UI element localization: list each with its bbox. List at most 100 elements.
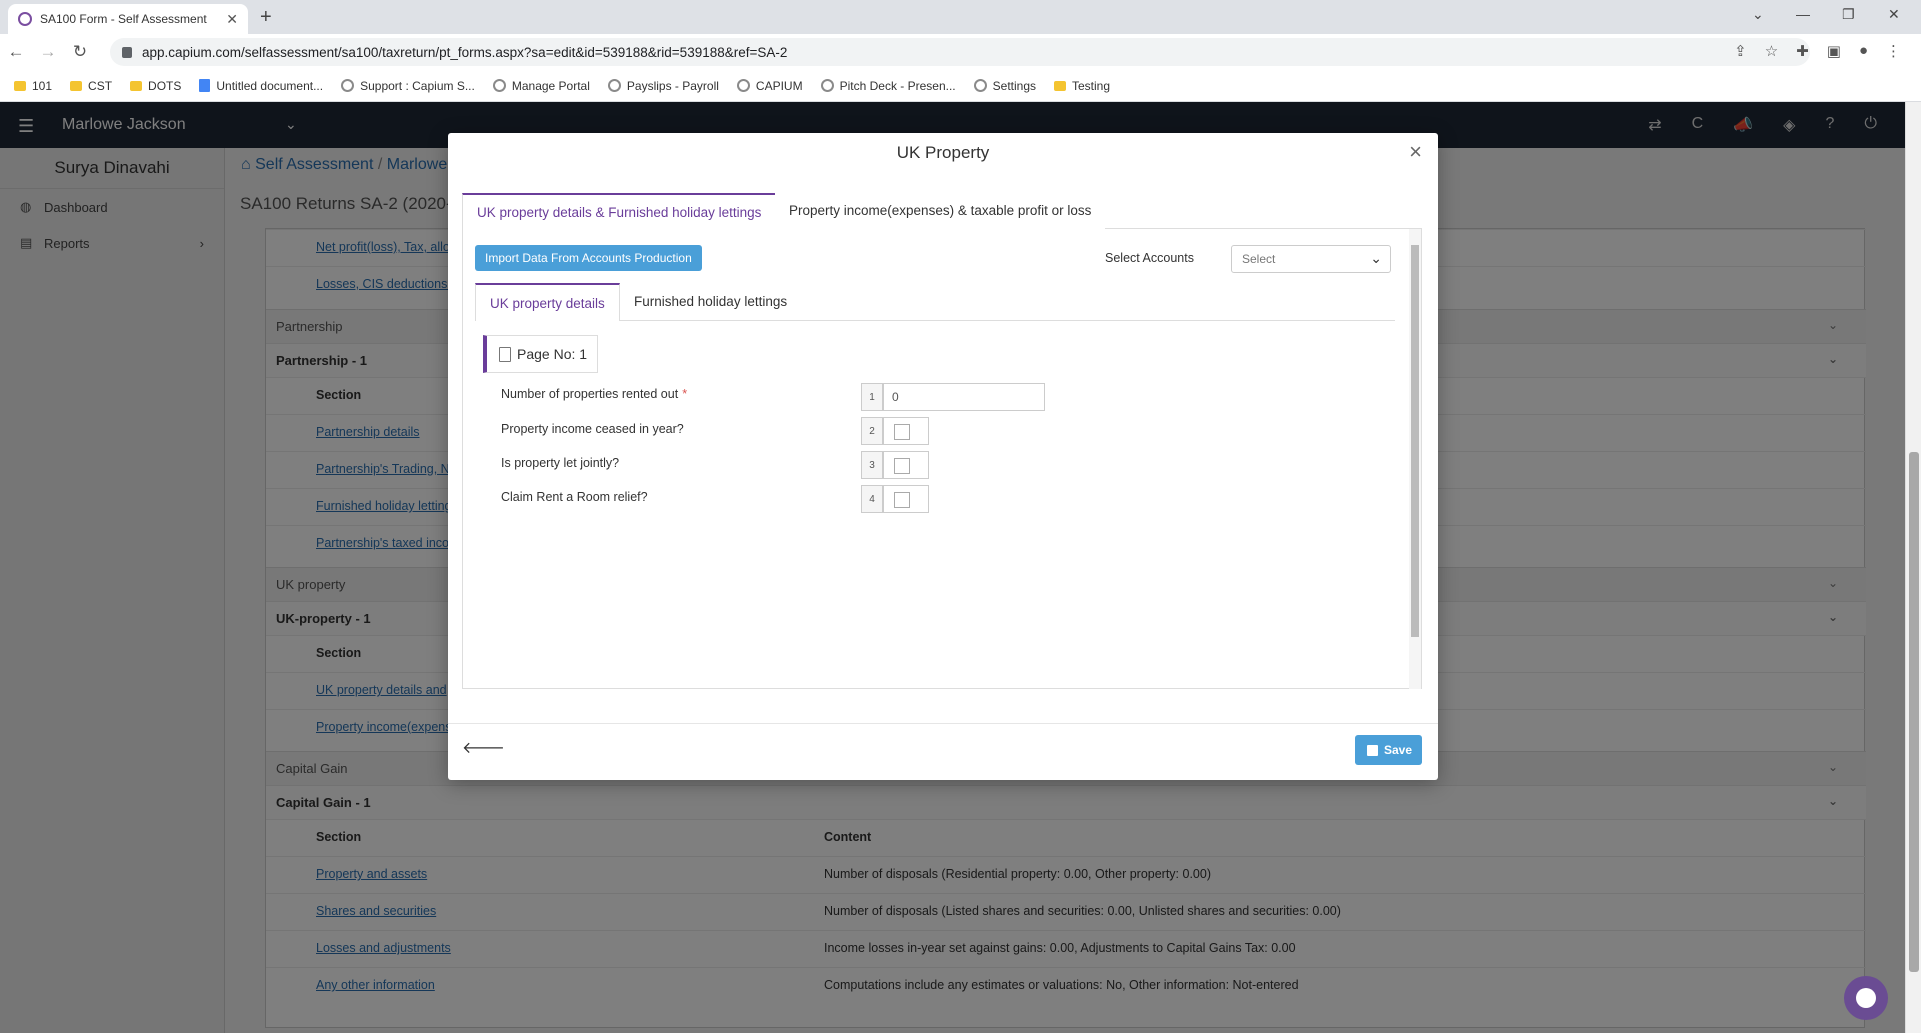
bookmarks-bar: 101 CST DOTS Untitled document... Suppor…: [0, 70, 1921, 102]
bookmark-label: CAPIUM: [755, 78, 803, 93]
bookmark-item[interactable]: CST: [70, 79, 112, 93]
minimize-icon[interactable]: —: [1796, 6, 1810, 22]
browser-actions: ⇪ ☆ ✚ ▣ ● ⋮: [1734, 42, 1901, 60]
bookmark-item[interactable]: Settings: [973, 78, 1036, 93]
question-text: Number of properties rented out: [501, 387, 679, 401]
question-number: 3: [861, 451, 883, 479]
bookmark-item[interactable]: Payslips - Payroll: [607, 78, 719, 93]
back-arrow-icon[interactable]: 🡐: [462, 737, 505, 758]
folder-icon: [14, 80, 26, 91]
panel-scrollbar[interactable]: [1409, 229, 1421, 689]
rent-a-room-checkbox-wrap: [883, 485, 929, 513]
url-input[interactable]: app.capium.com/selfassessment/sa100/taxr…: [110, 38, 1810, 66]
bookmark-label: 101: [32, 78, 53, 93]
floppy-disk-icon: [1366, 744, 1378, 756]
browser-tab-title: SA100 Form - Self Assessment: [40, 12, 207, 26]
bookmark-label: Settings: [992, 78, 1036, 93]
inner-tabs: UK property details Furnished holiday le…: [475, 283, 1395, 321]
bookmark-label: Payslips - Payroll: [626, 78, 719, 93]
pitch-icon: [820, 79, 834, 92]
save-button[interactable]: Save: [1354, 735, 1422, 765]
question-label: Number of properties rented out *: [501, 387, 687, 401]
folder-icon: [130, 80, 143, 91]
close-window-icon[interactable]: ✕: [1888, 6, 1900, 23]
share-icon[interactable]: ⇪: [1734, 42, 1747, 60]
required-marker: *: [682, 387, 688, 401]
bookmark-item[interactable]: 101: [14, 79, 52, 93]
capium-favicon-icon: [18, 12, 32, 26]
save-label: Save: [1383, 743, 1412, 757]
chat-widget-icon[interactable]: [1844, 976, 1888, 1020]
tab-property-income[interactable]: Property income(expenses) & taxable prof…: [775, 193, 1106, 229]
let-jointly-checkbox-wrap: [883, 451, 929, 479]
browser-tabbar: SA100 Form - Self Assessment ✕ + ⌄ — ❐ ✕: [0, 0, 1921, 34]
rent-a-room-checkbox[interactable]: [894, 492, 910, 508]
document-icon: [499, 346, 511, 362]
bookmark-item[interactable]: CAPIUM: [736, 78, 803, 93]
select-accounts-label: Select Accounts: [1105, 251, 1194, 265]
folder-icon: [1054, 80, 1066, 91]
question-number: 4: [861, 485, 883, 513]
bookmark-star-icon[interactable]: ☆: [1765, 42, 1778, 60]
close-icon[interactable]: ×: [1409, 139, 1422, 165]
question-label: Is property let jointly?: [501, 456, 620, 470]
import-data-button[interactable]: Import Data From Accounts Production: [475, 245, 702, 271]
restore-icon[interactable]: ❐: [1842, 6, 1855, 23]
bookmark-item[interactable]: Manage Portal: [492, 78, 590, 93]
income-ceased-checkbox-wrap: [883, 417, 929, 445]
browser-tab[interactable]: SA100 Form - Self Assessment ✕: [8, 4, 248, 34]
bookmark-label: Untitled document...: [216, 78, 324, 93]
back-icon[interactable]: ←: [0, 42, 32, 62]
reload-icon[interactable]: ↻: [64, 42, 96, 62]
chevron-down-icon: ⌄: [1370, 250, 1382, 266]
page-number-label: Page No: 1: [517, 346, 588, 362]
new-tab-icon[interactable]: +: [260, 6, 272, 29]
bookmark-label: Pitch Deck - Presen...: [839, 78, 956, 93]
bookmark-item[interactable]: Untitled document...: [199, 79, 323, 93]
bookmark-item[interactable]: Pitch Deck - Presen...: [820, 78, 956, 93]
tab-panel: Import Data From Accounts Production Sel…: [462, 229, 1422, 689]
bookmark-label: Testing: [1072, 78, 1111, 93]
url-text: app.capium.com/selfassessment/sa100/taxr…: [142, 44, 788, 60]
modal-footer-divider: [448, 723, 1438, 724]
forward-icon[interactable]: →: [32, 42, 64, 62]
question-label: Claim Rent a Room relief?: [501, 490, 648, 504]
lock-icon: [122, 46, 132, 58]
bookmark-item[interactable]: Testing: [1054, 79, 1110, 93]
tab-property-details[interactable]: UK property details & Furnished holiday …: [462, 193, 777, 229]
sidepanel-icon[interactable]: ▣: [1827, 42, 1841, 60]
tab-furnished-holiday-lettings[interactable]: Furnished holiday lettings: [620, 283, 801, 321]
address-bar-row: ← → ↻ app.capium.com/selfassessment/sa10…: [0, 34, 1921, 70]
scrollbar-thumb[interactable]: [1909, 452, 1919, 972]
page-scrollbar[interactable]: [1905, 102, 1921, 1033]
doc-icon: [199, 79, 211, 92]
capium-icon: [607, 79, 621, 92]
close-tab-icon[interactable]: ✕: [226, 11, 238, 28]
question-label: Property income ceased in year?: [501, 422, 684, 436]
modal-tabs: UK property details & Furnished holiday …: [462, 193, 1422, 229]
bookmark-label: Support : Capium S...: [360, 78, 475, 93]
select-accounts-dropdown[interactable]: Select ⌄: [1231, 245, 1391, 273]
globe-icon: [492, 79, 506, 92]
uk-property-modal: UK Property × UK property details & Furn…: [448, 133, 1438, 780]
income-ceased-checkbox[interactable]: [894, 424, 910, 440]
capium-icon: [736, 79, 750, 92]
folder-icon: [70, 80, 83, 91]
bookmark-label: Manage Portal: [511, 78, 590, 93]
menu-icon[interactable]: ⋮: [1886, 42, 1901, 60]
question-number: 2: [861, 417, 883, 445]
panel-scrollbar-thumb[interactable]: [1411, 245, 1419, 637]
bookmark-item[interactable]: DOTS: [130, 79, 181, 93]
bookmark-label: CST: [88, 78, 113, 93]
extensions-icon[interactable]: ✚: [1796, 42, 1809, 60]
tab-uk-property-details[interactable]: UK property details: [475, 283, 620, 321]
profile-avatar[interactable]: ●: [1859, 42, 1868, 60]
let-jointly-checkbox[interactable]: [894, 458, 910, 474]
capium-icon: [973, 79, 987, 92]
properties-count-input[interactable]: 0: [883, 383, 1045, 411]
page-number-badge: Page No: 1: [483, 335, 599, 373]
question-number: 1: [861, 383, 883, 411]
tab-search-icon[interactable]: ⌄: [1752, 6, 1764, 23]
bookmark-label: DOTS: [148, 78, 182, 93]
bookmark-item[interactable]: Support : Capium S...: [341, 79, 475, 93]
